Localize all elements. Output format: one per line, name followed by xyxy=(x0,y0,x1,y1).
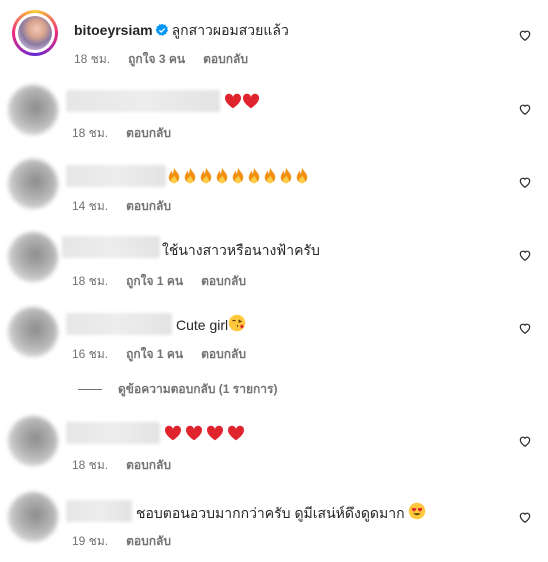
comment-text: Cute girl xyxy=(176,317,229,333)
reply-button[interactable]: ตอบกลับ xyxy=(203,52,248,66)
comment-meta: 16 ชม. ถูกใจ 1 คน ตอบกลับ xyxy=(72,345,264,364)
heart-outline-icon[interactable] xyxy=(518,434,532,448)
fire-emoji-icon xyxy=(216,167,228,184)
comment-meta: 18 ชม. ถูกใจ 1 คน ตอบกลับ xyxy=(72,272,264,291)
view-replies-label: ดูข้อความตอบกลับ (1 รายการ) xyxy=(118,382,278,396)
heart-eyes-emoji-icon xyxy=(409,502,426,520)
comment-body: ชอบตอนอวบมากกว่าครับ ดูมีเสน่ห์ดึงดูดมาก xyxy=(136,502,426,523)
likes-count[interactable]: ถูกใจ 3 คน xyxy=(128,52,185,66)
comment-meta: 19 ชม. ตอบกลับ xyxy=(72,532,189,551)
heart-outline-icon[interactable] xyxy=(518,28,532,42)
fire-emoji-icon xyxy=(184,167,196,184)
comment-item: 18 ชม. ตอบกลับ xyxy=(0,80,548,150)
avatar[interactable] xyxy=(8,416,58,466)
comment-item: 14 ชม. ตอบกลับ xyxy=(0,155,548,225)
red-heart-emoji-icon xyxy=(242,93,260,109)
verified-badge-icon xyxy=(155,23,168,36)
timestamp[interactable]: 18 ชม. xyxy=(74,52,110,66)
avatar[interactable] xyxy=(8,307,58,357)
timestamp[interactable]: 14 ชม. xyxy=(72,199,108,213)
red-heart-emoji-icon xyxy=(206,425,224,441)
heart-outline-icon[interactable] xyxy=(518,248,532,262)
comment-meta: 18 ชม. ตอบกลับ xyxy=(72,124,189,143)
comment-item: bitoeyrsiam ลูกสาวผอมสวยแล้ว 18 ชม. ถูกใจ … xyxy=(0,0,548,75)
comment-meta: 18 ชม. ตอบกลับ xyxy=(72,456,189,475)
red-heart-emoji-icon xyxy=(164,425,182,441)
red-heart-emoji-icon xyxy=(185,425,203,441)
comment-text: ชอบตอนอวบมากกว่าครับ ดูมีเสน่ห์ดึงดูดมาก xyxy=(136,505,405,521)
face-blowing-kiss-emoji-icon xyxy=(228,314,246,332)
reply-button[interactable]: ตอบกลับ xyxy=(126,534,171,548)
comment-item: Cute girl 16 ชม. ถูกใจ 1 คน ตอบกลับ xyxy=(0,305,548,375)
comment-item: 18 ชม. ตอบกลับ xyxy=(0,412,548,482)
reply-divider xyxy=(78,389,102,391)
avatar[interactable] xyxy=(8,232,58,282)
comment-meta: 14 ชม. ตอบกลับ xyxy=(72,197,189,216)
fire-emoji-icon xyxy=(264,167,276,184)
red-heart-emoji-icon xyxy=(224,93,242,109)
reply-button[interactable]: ตอบกลับ xyxy=(201,347,246,361)
fire-emoji-icon xyxy=(200,167,212,184)
reply-button[interactable]: ตอบกลับ xyxy=(126,199,171,213)
reply-button[interactable]: ตอบกลับ xyxy=(201,274,246,288)
fire-emoji-icon xyxy=(232,167,244,184)
avatar[interactable] xyxy=(12,10,58,56)
comment-item: ชอบตอนอวบมากกว่าครับ ดูมีเสน่ห์ดึงดูดมาก… xyxy=(0,490,548,562)
fire-emoji-icon xyxy=(168,167,180,184)
timestamp[interactable]: 18 ชม. xyxy=(72,458,108,472)
heart-outline-icon[interactable] xyxy=(518,510,532,524)
timestamp[interactable]: 18 ชม. xyxy=(72,126,108,140)
fire-emoji-icon xyxy=(248,167,260,184)
likes-count[interactable]: ถูกใจ 1 คน xyxy=(126,274,183,288)
view-replies-button[interactable]: ดูข้อความตอบกลับ (1 รายการ) xyxy=(78,380,277,399)
reply-button[interactable]: ตอบกลับ xyxy=(126,458,171,472)
timestamp[interactable]: 19 ชม. xyxy=(72,534,108,548)
likes-count[interactable]: ถูกใจ 1 คน xyxy=(126,347,183,361)
username-blurred[interactable] xyxy=(62,236,160,258)
timestamp[interactable]: 16 ชม. xyxy=(72,347,108,361)
username-blurred[interactable] xyxy=(66,313,172,335)
timestamp[interactable]: 18 ชม. xyxy=(72,274,108,288)
username-blurred[interactable] xyxy=(66,422,160,444)
comment-body: Cute girl xyxy=(176,314,246,335)
fire-emoji-icon xyxy=(296,167,308,184)
red-heart-emoji-icon xyxy=(227,425,245,441)
username-blurred[interactable] xyxy=(66,90,220,112)
username[interactable]: bitoeyrsiam xyxy=(74,22,153,38)
comment-emoji xyxy=(224,92,260,112)
fire-emoji-icon xyxy=(280,167,292,184)
username-blurred[interactable] xyxy=(66,165,166,187)
comment-emoji xyxy=(164,424,248,444)
avatar[interactable] xyxy=(8,85,58,135)
comment-body: bitoeyrsiam ลูกสาวผอมสวยแล้ว xyxy=(74,20,289,40)
comment-text: ลูกสาวผอมสวยแล้ว xyxy=(171,22,289,38)
comment-item: ใช้นางสาวหรือนางฟ้าครับ 18 ชม. ถูกใจ 1 คน… xyxy=(0,228,548,303)
comment-text: ใช้นางสาวหรือนางฟ้าครับ xyxy=(162,242,320,258)
comment-meta: 18 ชม. ถูกใจ 3 คน ตอบกลับ xyxy=(74,50,266,69)
comment-emoji xyxy=(166,167,310,188)
username-blurred[interactable] xyxy=(66,500,132,522)
avatar[interactable] xyxy=(8,492,58,542)
heart-outline-icon[interactable] xyxy=(518,175,532,189)
heart-outline-icon[interactable] xyxy=(518,321,532,335)
heart-outline-icon[interactable] xyxy=(518,102,532,116)
reply-button[interactable]: ตอบกลับ xyxy=(126,126,171,140)
avatar[interactable] xyxy=(8,159,58,209)
